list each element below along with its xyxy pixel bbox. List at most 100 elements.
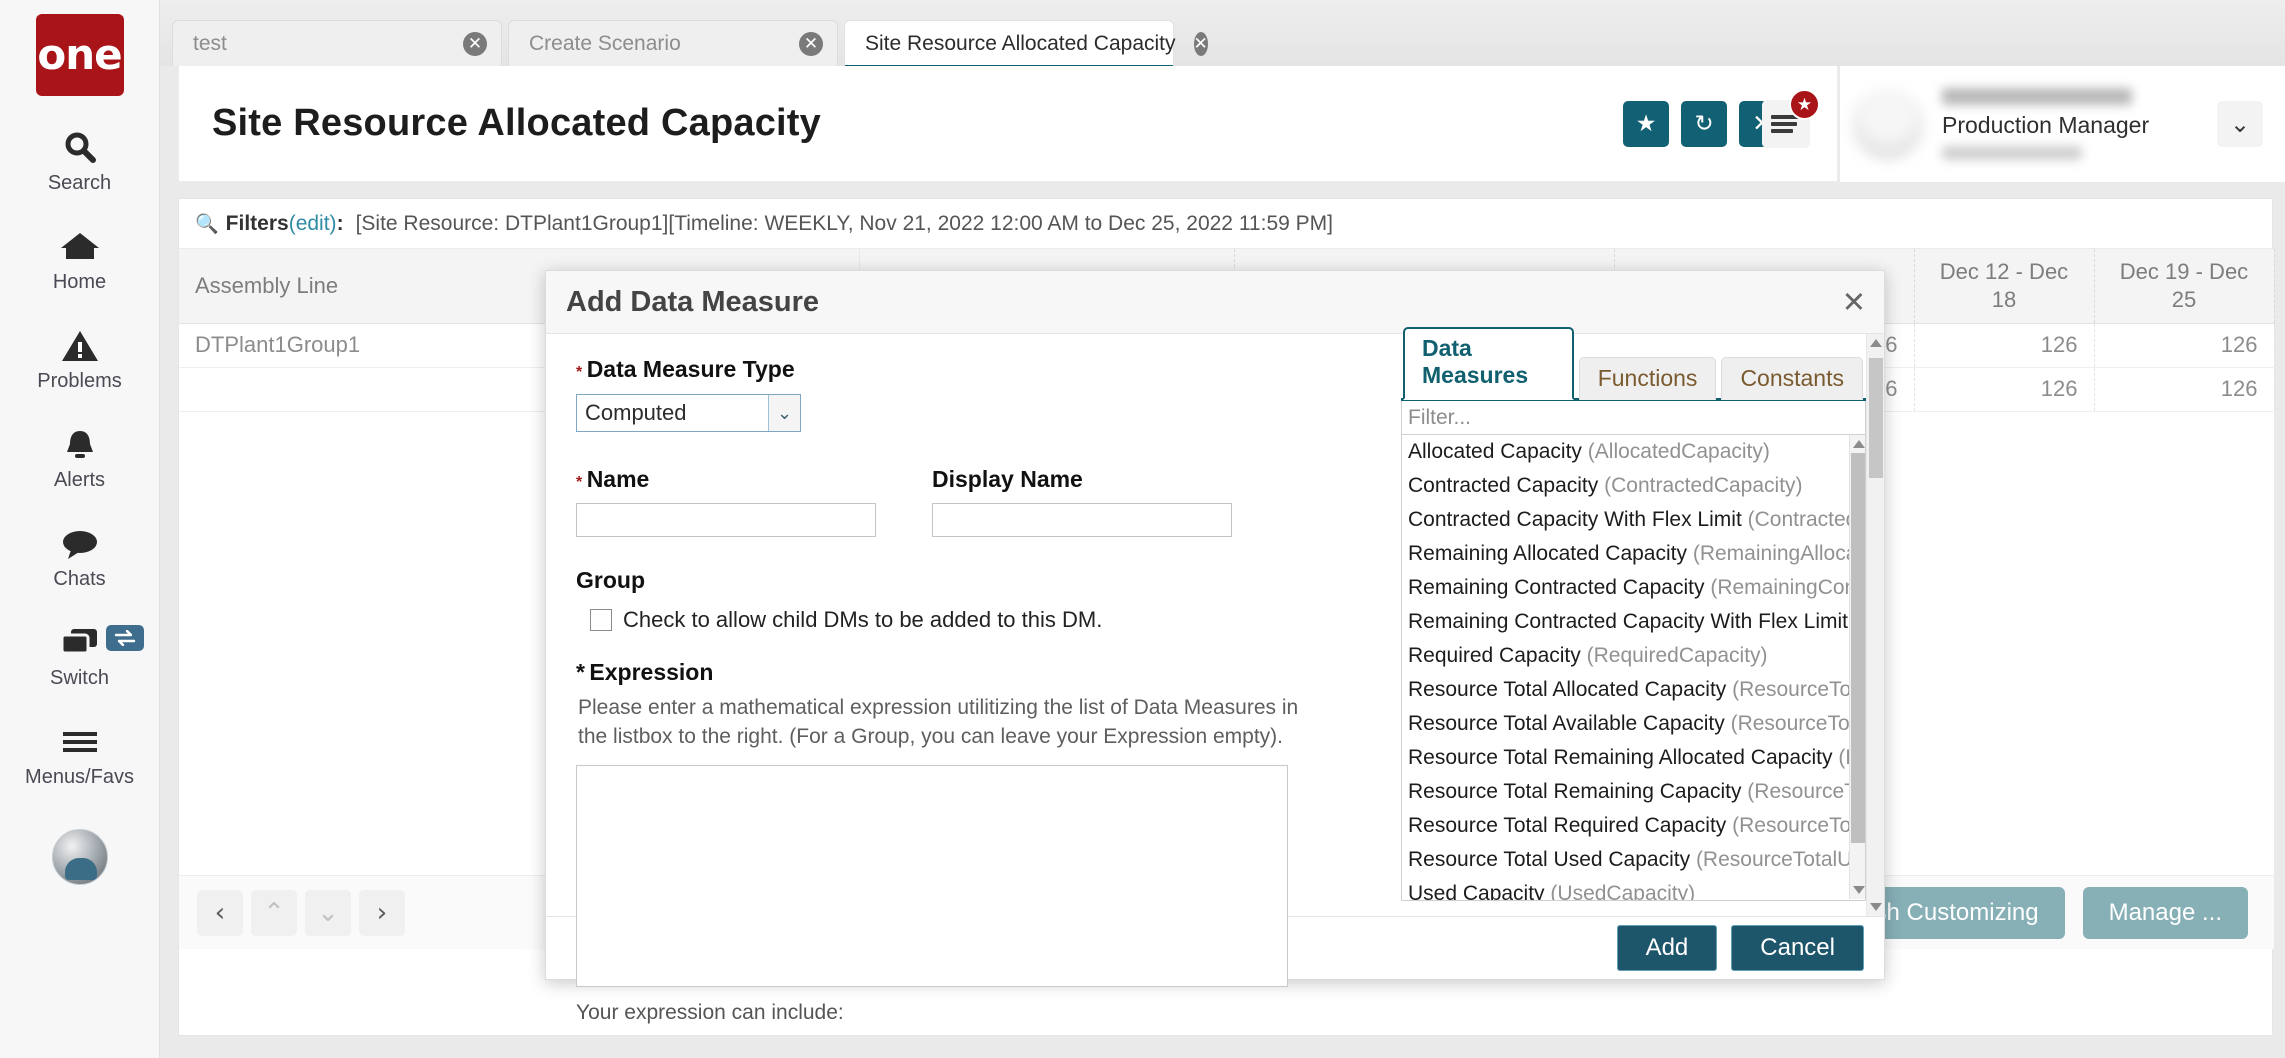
data-measure-list[interactable]: Allocated Capacity (AllocatedCapacity) C… (1401, 435, 1866, 901)
chevron-right-icon: › (377, 898, 387, 928)
list-scrollbar[interactable] (1849, 435, 1865, 899)
list-item[interactable]: Remaining Contracted Capacity With Flex … (1402, 605, 1865, 639)
list-item[interactable]: Resource Total Used Capacity (ResourceTo… (1402, 843, 1865, 877)
filters-colon: : (337, 212, 344, 236)
sidebar-item-menus-favs[interactable]: Menus/Favs (0, 720, 160, 789)
sidebar-item-search[interactable]: Search (0, 126, 160, 195)
sidebar-item-switch[interactable]: Switch (0, 621, 160, 690)
close-circle-icon[interactable]: ✕ (463, 32, 487, 56)
avatar[interactable] (1852, 88, 1924, 160)
list-item[interactable]: Resource Total Remaining Capacity (Resou… (1402, 775, 1865, 809)
close-circle-icon[interactable]: ✕ (1194, 32, 1208, 56)
tab-functions[interactable]: Functions (1579, 357, 1717, 400)
scroll-up-arrow-icon[interactable] (1853, 440, 1865, 448)
name-field-group: * Name (576, 466, 876, 537)
list-item[interactable]: Remaining Allocated Capacity (RemainingA… (1402, 537, 1865, 571)
tab-data-measures[interactable]: Data Measures (1403, 327, 1574, 400)
list-item[interactable]: Remaining Contracted Capacity (Remaining… (1402, 571, 1865, 605)
user-role: Production Manager (1942, 112, 2217, 139)
group-checkbox-row[interactable]: Check to allow child DMs to be added to … (576, 607, 1375, 633)
chevron-down-icon: ⌄ (317, 898, 339, 928)
scrollbar-thumb[interactable] (1869, 358, 1883, 478)
user-menu-button[interactable]: ⌄ (2217, 101, 2263, 147)
name-input[interactable] (576, 503, 876, 537)
measure-code: (ResourceTotalUsedCapacity) (1696, 848, 1865, 871)
expression-hint-line-2: the listbox to the right. (For a Group, … (576, 722, 1375, 751)
list-item[interactable]: Allocated Capacity (AllocatedCapacity) (1402, 435, 1865, 469)
sidebar-item-chats[interactable]: Chats (0, 522, 160, 591)
swap-arrows-icon[interactable] (106, 625, 144, 651)
tab-constants[interactable]: Constants (1721, 357, 1863, 400)
data-measure-type-value: Computed (577, 400, 687, 426)
refresh-icon: ↻ (1694, 111, 1713, 137)
scrollbar-thumb[interactable] (1851, 453, 1865, 843)
hamburger-icon (60, 720, 100, 764)
measure-name: Resource Total Used Capacity (1408, 848, 1690, 871)
cell-dec-12: 126 (1914, 367, 2094, 411)
list-item[interactable]: Contracted Capacity (ContractedCapacity) (1402, 469, 1865, 503)
dialog-header: Add Data Measure ✕ (546, 271, 1884, 334)
menu-favorites-button[interactable]: ★ (1762, 100, 1810, 148)
sidebar-item-alerts[interactable]: Alerts (0, 423, 160, 492)
list-item[interactable]: Resource Total Available Capacity (Resou… (1402, 707, 1865, 741)
data-measure-type-select[interactable]: Computed ⌄ (576, 394, 801, 432)
search-icon: 🔍 (195, 212, 219, 235)
measure-picker-tabs: Data Measures Functions Constants (1401, 356, 1868, 400)
filters-edit-link[interactable]: (edit) (289, 212, 337, 236)
measure-name: Resource Total Required Capacity (1408, 814, 1726, 837)
expression-textarea[interactable] (576, 765, 1288, 987)
chevron-down-icon: ⌄ (768, 395, 800, 431)
list-item[interactable]: Resource Total Required Capacity (Resour… (1402, 809, 1865, 843)
list-item[interactable]: Resource Total Allocated Capacity (Resou… (1402, 673, 1865, 707)
close-icon[interactable]: ✕ (1842, 288, 1866, 317)
cell-dec-12: 126 (1914, 323, 2094, 367)
data-measure-type-group: * Data Measure Type Computed ⌄ (576, 356, 1375, 432)
tab-label: Create Scenario (529, 32, 681, 56)
cell-dec-19: 126 (2094, 323, 2274, 367)
list-item[interactable]: Contracted Capacity With Flex Limit (Con… (1402, 503, 1865, 537)
manage-button[interactable]: Manage ... (2083, 887, 2248, 939)
scroll-down-button[interactable]: ⌄ (305, 890, 351, 936)
list-item[interactable]: Required Capacity (RequiredCapacity) (1402, 639, 1865, 673)
scroll-down-arrow-icon[interactable] (1853, 886, 1865, 894)
list-item[interactable]: Resource Total Remaining Allocated Capac… (1402, 741, 1865, 775)
cancel-button[interactable]: Cancel (1731, 925, 1864, 971)
page-prev-button[interactable]: ‹ (197, 890, 243, 936)
measure-name: Used Capacity (1408, 882, 1545, 901)
tab-create-scenario[interactable]: Create Scenario ✕ (508, 20, 838, 66)
chevron-left-icon: ‹ (215, 898, 225, 928)
user-name-redacted (1942, 88, 2132, 105)
measure-name: Required Capacity (1408, 644, 1581, 667)
list-item[interactable]: Used Capacity (UsedCapacity) (1402, 877, 1865, 901)
display-name-input[interactable] (932, 503, 1232, 537)
browser-tab-strip: test ✕ Create Scenario ✕ Site Resource A… (160, 0, 2285, 66)
scroll-up-arrow-icon[interactable] (1870, 339, 1882, 347)
sidebar-item-label: Menus/Favs (25, 766, 134, 789)
expression-hint-line-1: Please enter a mathematical expression u… (576, 693, 1375, 722)
favorites-badge: ★ (1789, 89, 1820, 120)
close-circle-icon[interactable]: ✕ (799, 32, 823, 56)
group-checkbox[interactable] (590, 609, 612, 631)
column-header-dec-19-dec-25[interactable]: Dec 19 - Dec 25 (2094, 249, 2274, 323)
page-next-button[interactable]: › (359, 890, 405, 936)
chat-bubble-icon (59, 522, 101, 566)
sidebar-item-home[interactable]: Home (0, 225, 160, 294)
scroll-up-button[interactable]: ⌃ (251, 890, 297, 936)
refresh-button[interactable]: ↻ (1681, 101, 1727, 147)
dialog-scrollbar[interactable] (1866, 334, 1884, 916)
name-label-wrap: * Name (576, 466, 876, 493)
add-button[interactable]: Add (1617, 925, 1718, 971)
measure-name: Contracted Capacity With Flex Limit (1408, 508, 1742, 531)
tab-label: test (193, 32, 227, 56)
sidebar-item-problems[interactable]: Problems (0, 324, 160, 393)
measure-filter-input[interactable] (1401, 401, 1866, 435)
home-icon (59, 225, 101, 269)
measure-code: (RemainingContractedCapaci (1710, 576, 1865, 599)
tab-site-resource-allocated-capacity[interactable]: Site Resource Allocated Capacity ✕ (844, 20, 1174, 66)
column-header-dec-12-dec-18[interactable]: Dec 12 - Dec 18 (1914, 249, 2094, 323)
tab-test[interactable]: test ✕ (172, 20, 502, 66)
sidebar-user-avatar[interactable] (52, 829, 108, 885)
measure-code: (AllocatedCapacity) (1588, 440, 1770, 463)
favorite-button[interactable]: ★ (1623, 101, 1669, 147)
scroll-down-arrow-icon[interactable] (1870, 903, 1882, 911)
